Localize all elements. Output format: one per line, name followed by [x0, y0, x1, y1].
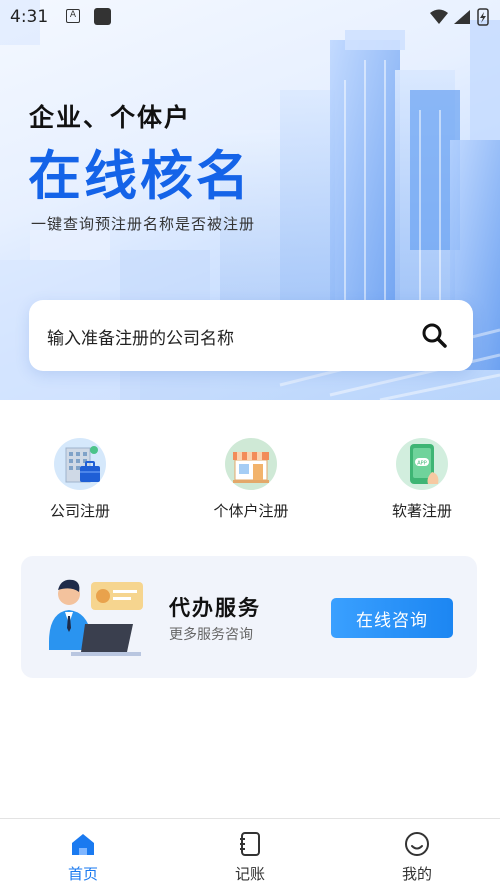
storefront-icon [225, 438, 277, 490]
tab-bookkeeping[interactable]: 记账 [200, 831, 300, 884]
tab-label: 记账 [234, 865, 265, 883]
notification-a-icon: A [66, 9, 80, 23]
search-input[interactable]: 输入准备注册的公司名称 [29, 300, 473, 371]
online-consult-button[interactable]: 在线咨询 [331, 598, 453, 638]
home-icon [72, 834, 94, 855]
service-company-registration[interactable]: 公司注册 [25, 438, 135, 528]
tab-label: 我的 [401, 865, 432, 883]
app-phone-icon: APP [396, 438, 448, 490]
status-bar: 4:31 A [0, 0, 500, 34]
service-individual-registration[interactable]: 个体户注册 [196, 438, 306, 528]
service-label: 公司注册 [49, 502, 110, 520]
status-time: 4:31 [10, 7, 49, 27]
tab-label: 首页 [67, 865, 98, 883]
service-software-copyright[interactable]: APP 软著注册 [367, 438, 477, 528]
service-label: 个体户注册 [213, 502, 289, 520]
tab-home[interactable]: 首页 [33, 831, 133, 884]
agency-subtitle: 更多服务咨询 [169, 627, 253, 643]
notification-square-icon [94, 8, 111, 25]
hero-kicker: 企业、个体户 [29, 103, 192, 132]
agency-title: 代办服务 [169, 596, 261, 620]
signal-icon [454, 10, 470, 24]
wifi-icon [430, 9, 448, 24]
hero-title: 在线核名 [28, 146, 252, 207]
company-building-icon [54, 438, 106, 490]
hero-banner: 4:31 A 企业、个体户 在线核名 一键查询预注册名称是否被注册 输入准备注册… [0, 0, 500, 400]
status-indicators [430, 8, 489, 26]
svg-text:APP: APP [417, 461, 426, 467]
tab-mine[interactable]: 我的 [367, 831, 467, 884]
search-icon[interactable] [421, 322, 447, 348]
hero-subtitle: 一键查询预注册名称是否被注册 [31, 215, 256, 233]
smiley-icon [405, 832, 429, 856]
bottom-tab-bar: 首页 记账 我的 [0, 818, 500, 888]
agency-service-card[interactable]: 代办服务 更多服务咨询 在线咨询 [21, 556, 477, 678]
service-label: 软著注册 [391, 502, 452, 520]
notebook-icon [240, 832, 260, 856]
customer-service-illustration [49, 579, 143, 656]
search-placeholder: 输入准备注册的公司名称 [47, 329, 234, 349]
